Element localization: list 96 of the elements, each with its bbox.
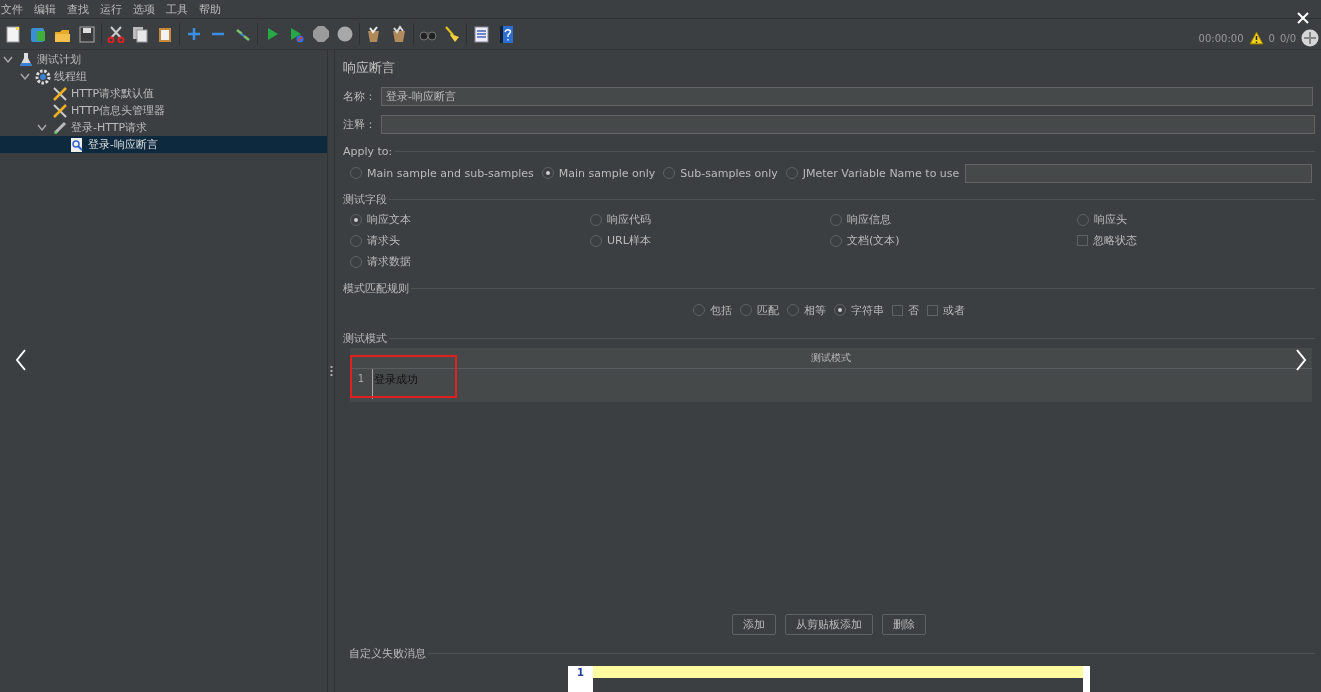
gear-icon xyxy=(35,68,51,85)
action-button[interactable]: 从剪贴板添加 xyxy=(785,614,873,635)
option-label: 相等 xyxy=(804,302,826,318)
checkbox[interactable] xyxy=(892,304,903,316)
warning-icon[interactable] xyxy=(1248,31,1264,45)
option-label: 包括 xyxy=(710,302,732,318)
line-number: 1 xyxy=(356,372,366,386)
radio-button[interactable] xyxy=(541,167,554,179)
option-label: 否 xyxy=(908,302,919,318)
option-label: 响应信息 xyxy=(847,212,891,227)
tree-item[interactable]: 登录-HTTP请求 xyxy=(0,119,327,136)
thread-count: 0/0 xyxy=(1279,32,1296,44)
tree-item[interactable]: 线程组 xyxy=(0,68,327,85)
section-title: 自定义失败消息 xyxy=(349,645,426,661)
name-field[interactable]: 登录-响应断言 xyxy=(381,86,1313,106)
option-label: 响应文本 xyxy=(367,212,411,227)
chevron-right-icon[interactable] xyxy=(1295,349,1307,371)
menu-item[interactable]: 文件 xyxy=(1,1,23,17)
radio-button[interactable] xyxy=(1077,213,1089,226)
menu-item[interactable]: 选项 xyxy=(133,1,155,17)
scissors-icon[interactable] xyxy=(106,25,125,43)
radio-button[interactable] xyxy=(830,234,842,247)
option-label: Main sample and sub-samples xyxy=(367,166,534,180)
menu-item[interactable]: 工具 xyxy=(166,1,188,17)
field-label: 注释： xyxy=(343,116,375,132)
cross-circle-icon[interactable] xyxy=(1301,29,1319,47)
option-label: Main sample only xyxy=(558,166,656,180)
column-header: 测试模式 xyxy=(350,348,1312,369)
octagon-icon[interactable] xyxy=(311,25,330,43)
radio-button[interactable] xyxy=(834,304,846,316)
line-number: 1 xyxy=(576,666,585,680)
menu-item[interactable]: 运行 xyxy=(100,1,122,17)
field-label: 名称： xyxy=(343,88,375,104)
section-title: 模式匹配规则 xyxy=(343,280,409,296)
option-label: 响应代码 xyxy=(607,212,651,227)
radio-button[interactable] xyxy=(590,234,602,247)
menu-item[interactable]: 查找 xyxy=(67,1,89,17)
radio-button[interactable] xyxy=(787,304,799,316)
chevron-down-icon[interactable] xyxy=(37,123,47,132)
option-label: 忽略状态 xyxy=(1093,233,1137,248)
menu-item[interactable]: 编辑 xyxy=(34,1,56,17)
radio-button[interactable] xyxy=(693,304,705,316)
menu-item[interactable]: 帮助 xyxy=(199,1,221,17)
tools-icon xyxy=(52,102,68,119)
tools-icon xyxy=(52,85,68,102)
section-title: 测试字段 xyxy=(343,191,387,207)
action-button[interactable]: 删除 xyxy=(882,614,926,635)
radio-button[interactable] xyxy=(785,167,798,179)
warning-count: 0 xyxy=(1268,32,1275,44)
chevron-down-icon[interactable] xyxy=(3,55,13,64)
option-label: 或者 xyxy=(943,302,965,318)
tree-item[interactable]: HTTP信息头管理器 xyxy=(0,102,327,119)
tree-item[interactable]: 登录-响应断言 xyxy=(0,136,327,153)
radio-button[interactable] xyxy=(350,255,362,268)
option-label: 请求数据 xyxy=(367,254,411,269)
pencil-icon xyxy=(52,119,68,136)
elapsed-time: 00:00:00 xyxy=(1198,32,1244,44)
option-label: 字符串 xyxy=(851,302,884,318)
copy-icon[interactable] xyxy=(131,25,149,43)
list-icon[interactable] xyxy=(472,25,490,43)
option-label: 匹配 xyxy=(757,302,779,318)
flask-icon xyxy=(18,51,34,68)
circle-icon[interactable] xyxy=(336,25,354,43)
document-icon[interactable] xyxy=(4,25,22,43)
close-icon[interactable] xyxy=(1297,12,1309,24)
variable-name-field[interactable] xyxy=(965,163,1312,183)
radio-button[interactable] xyxy=(740,304,752,316)
broom-icon[interactable] xyxy=(443,25,461,43)
checkbox[interactable] xyxy=(1077,235,1088,246)
message-editor[interactable]: 1 xyxy=(568,666,1090,692)
checkbox[interactable] xyxy=(927,304,938,316)
option-label: 文档(文本) xyxy=(847,233,900,248)
tree-item[interactable]: 测试计划 xyxy=(0,51,327,68)
action-button[interactable]: 添加 xyxy=(732,614,776,635)
comment-field[interactable] xyxy=(381,114,1315,134)
radio-button[interactable] xyxy=(590,213,602,226)
radio-button[interactable] xyxy=(663,167,676,179)
tree-item[interactable]: HTTP请求默认值 xyxy=(0,85,327,102)
chevron-down-icon[interactable] xyxy=(20,72,30,81)
section-title: 测试模式 xyxy=(343,330,387,346)
option-label: JMeter Variable Name to use xyxy=(802,166,960,180)
option-label: Sub-samples only xyxy=(680,166,778,180)
grip-handle[interactable] xyxy=(329,366,333,376)
radio-button[interactable] xyxy=(350,167,362,179)
option-label: URL样本 xyxy=(607,233,651,248)
radio-button[interactable] xyxy=(350,213,362,226)
chevron-left-icon[interactable] xyxy=(15,349,27,371)
option-label: 请求头 xyxy=(367,233,400,248)
radio-button[interactable] xyxy=(830,213,842,226)
search-document-icon xyxy=(69,136,85,153)
radio-button[interactable] xyxy=(350,234,362,247)
floppy-icon[interactable] xyxy=(77,25,96,43)
book-icon[interactable] xyxy=(28,25,47,43)
section-title: Apply to: xyxy=(343,144,393,158)
option-label: 响应头 xyxy=(1094,212,1127,227)
panel-title: 响应断言 xyxy=(343,59,396,77)
